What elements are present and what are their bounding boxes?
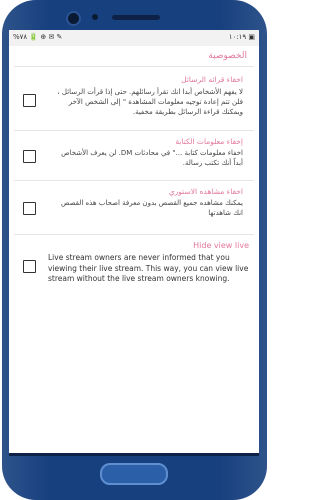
section-divider (14, 66, 254, 67)
proximity-sensor (92, 14, 98, 20)
setting-title: إخفاء معلومات الكتابة (175, 137, 243, 146)
status-icons-left: %٧٨ 🔋 ⊕ ✉ ✎ (13, 33, 63, 41)
setting-description: لا يفهم الأشخاص أبدا انك تقرأ رسائلهم. ح… (57, 88, 243, 116)
setting-title: اخفاء قرائه الرسائل (181, 75, 243, 84)
bottom-bezel-line (9, 453, 259, 456)
hide-read-receipts-checkbox[interactable] (23, 94, 36, 107)
earpiece-speaker (112, 15, 160, 20)
setting-title: Hide view live (193, 241, 249, 250)
setting-hide-view-live[interactable]: Hide view live Live stream owners are ne… (9, 239, 259, 309)
hide-story-views-checkbox[interactable] (23, 202, 36, 215)
row-divider (14, 130, 254, 131)
app-screen: %٧٨ 🔋 ⊕ ✉ ✎ ١٠:١٩ ▣ الخصوصية اخفاء قرائه… (9, 30, 259, 453)
setting-title: اخفاء مشاهده الاستوري (168, 187, 243, 196)
setting-description: اخفاء معلومات كتابة ..." في محادثات DM. … (61, 149, 243, 167)
row-divider (14, 180, 254, 181)
setting-description: يمكنك مشاهده جميع القصص بدون معرفة اصحاب… (61, 199, 243, 217)
row-divider (14, 234, 254, 235)
hide-view-live-checkbox[interactable] (23, 260, 36, 273)
section-title-privacy: الخصوصية (208, 51, 247, 61)
status-bar: %٧٨ 🔋 ⊕ ✉ ✎ ١٠:١٩ ▣ (9, 30, 259, 46)
setting-hide-typing[interactable]: إخفاء معلومات الكتابة اخفاء معلومات كتاب… (9, 134, 259, 184)
setting-hide-read-receipts[interactable]: اخفاء قرائه الرسائل لا يفهم الأشخاص أبدا… (9, 72, 259, 134)
setting-description: Live stream owners are never informed th… (48, 253, 249, 283)
home-button[interactable] (100, 463, 168, 485)
hide-typing-checkbox[interactable] (23, 150, 36, 163)
status-clock: ١٠:١٩ ▣ (228, 33, 255, 41)
front-camera (66, 11, 81, 26)
setting-hide-story-views[interactable]: اخفاء مشاهده الاستوري يمكنك مشاهده جميع … (9, 184, 259, 234)
